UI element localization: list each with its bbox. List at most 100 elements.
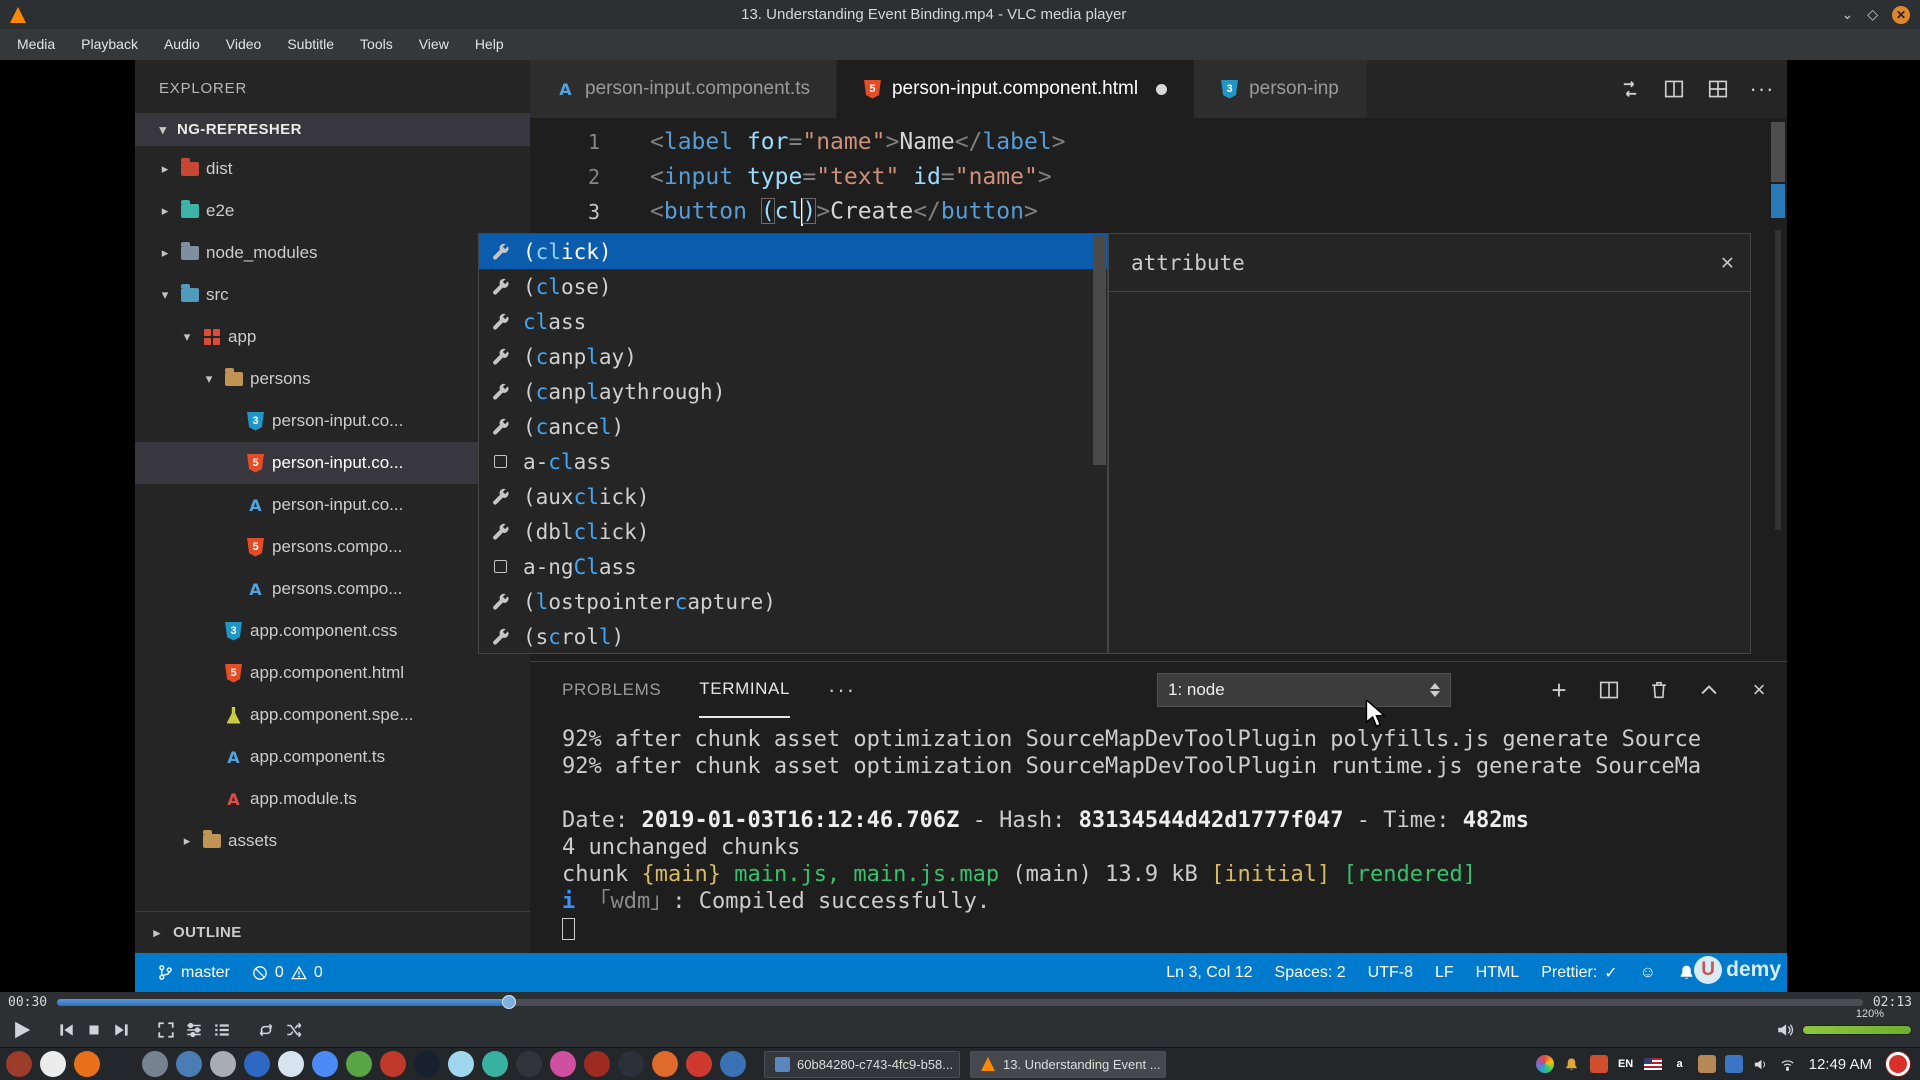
- notification-bell-icon[interactable]: [1563, 1055, 1581, 1073]
- tree-item-app-component-ts[interactable]: Aapp.component.ts: [135, 736, 530, 778]
- encoding[interactable]: UTF-8: [1357, 953, 1424, 992]
- network-icon[interactable]: [1779, 1055, 1797, 1073]
- tree-item-persons-compo-[interactable]: Apersons.compo...: [135, 568, 530, 610]
- tab-terminal[interactable]: TERMINAL: [699, 662, 790, 718]
- more-actions-icon[interactable]: ···: [828, 677, 856, 703]
- tab-person-input-component-ts[interactable]: Aperson-input.component.ts: [530, 60, 837, 118]
- close-icon[interactable]: ✕: [1892, 6, 1910, 24]
- suggestion--click-[interactable]: (click): [479, 234, 1107, 269]
- maximize-panel-icon[interactable]: [1697, 678, 1721, 702]
- suggestion--lostpointercapture-[interactable]: (lostpointercapture): [479, 584, 1107, 619]
- project-header[interactable]: ▾ NG-REFRESHER: [135, 113, 530, 146]
- terminal-output[interactable]: 92% after chunk asset optimization Sourc…: [530, 718, 1787, 947]
- tree-item-src[interactable]: ▾src: [135, 274, 530, 316]
- dictionary-icon[interactable]: [1725, 1055, 1743, 1073]
- playlist-button[interactable]: [208, 1016, 236, 1044]
- display-settings-icon[interactable]: [142, 1051, 168, 1077]
- speaker-icon[interactable]: [1776, 1021, 1794, 1039]
- snowflake-tool-icon[interactable]: [448, 1051, 474, 1077]
- next-button[interactable]: [108, 1016, 136, 1044]
- pin-app-icon[interactable]: [686, 1051, 712, 1077]
- gftp-icon[interactable]: [550, 1051, 576, 1077]
- seek-handle[interactable]: [502, 995, 516, 1009]
- suggestion--scroll-[interactable]: (scroll): [479, 619, 1107, 654]
- eol-sequence[interactable]: LF: [1424, 953, 1465, 992]
- tab-person-inp[interactable]: 3person-inp: [1194, 60, 1368, 118]
- suggestion-class[interactable]: class: [479, 304, 1107, 339]
- split-editor-icon[interactable]: [1663, 78, 1685, 100]
- outline-section[interactable]: ▸ OUTLINE: [135, 911, 530, 953]
- tree-item-person-input-co-[interactable]: 3person-input.co...: [135, 400, 530, 442]
- close-icon[interactable]: ✕: [1721, 250, 1734, 275]
- file-manager-icon[interactable]: [176, 1051, 202, 1077]
- kdenlive-icon[interactable]: [482, 1051, 508, 1077]
- tree-item-app[interactable]: ▾app: [135, 316, 530, 358]
- paint-app-icon[interactable]: [720, 1051, 746, 1077]
- clipboard-icon[interactable]: [1698, 1055, 1716, 1073]
- previous-button[interactable]: [52, 1016, 80, 1044]
- prettier-item[interactable]: Prettier: ✓: [1530, 953, 1628, 992]
- tree-item-person-input-co-[interactable]: Aperson-input.co...: [135, 484, 530, 526]
- color-wheel-icon[interactable]: [1536, 1055, 1554, 1073]
- screenshot-eye-icon[interactable]: [40, 1051, 66, 1077]
- menu-media[interactable]: Media: [4, 29, 68, 60]
- firefox-icon[interactable]: [74, 1051, 100, 1077]
- menu-view[interactable]: View: [406, 29, 462, 60]
- suggestion--canplaythrough-[interactable]: (canplaythrough): [479, 374, 1107, 409]
- maximize-icon[interactable]: ◇: [1867, 6, 1878, 23]
- menu-audio[interactable]: Audio: [151, 29, 213, 60]
- volume-icon[interactable]: [1752, 1055, 1770, 1073]
- cursor-position[interactable]: Ln 3, Col 12: [1155, 953, 1263, 992]
- suggestion--close-[interactable]: (close): [479, 269, 1107, 304]
- camera-icon[interactable]: [210, 1051, 236, 1077]
- volume-slider[interactable]: [1802, 1025, 1912, 1035]
- suggestion-a-ngclass[interactable]: a-ngClass: [479, 549, 1107, 584]
- launcher-icon[interactable]: [6, 1051, 32, 1077]
- split-terminal-icon[interactable]: [1597, 678, 1621, 702]
- tree-item-persons[interactable]: ▾persons: [135, 358, 530, 400]
- menu-help[interactable]: Help: [462, 29, 517, 60]
- help-icon[interactable]: [1886, 1052, 1910, 1076]
- stop-button[interactable]: [80, 1016, 108, 1044]
- thunderbird-icon[interactable]: [652, 1051, 678, 1077]
- tree-item-node-modules[interactable]: ▸node_modules: [135, 232, 530, 274]
- kill-terminal-icon[interactable]: [1647, 678, 1671, 702]
- menu-tools[interactable]: Tools: [347, 29, 406, 60]
- suggestion--dblclick-[interactable]: (dblclick): [479, 514, 1107, 549]
- window-button[interactable]: 60b84280-c743-4fc9-b58...: [764, 1051, 960, 1078]
- tree-item-app-component-css[interactable]: 3app.component.css: [135, 610, 530, 652]
- close-panel-icon[interactable]: ×: [1747, 678, 1771, 702]
- terminal-select[interactable]: 1: node: [1157, 673, 1451, 707]
- menu-subtitle[interactable]: Subtitle: [274, 29, 347, 60]
- window-button[interactable]: 13. Understanding Event ...: [970, 1051, 1166, 1078]
- clock[interactable]: 12:49 AM: [1809, 1056, 1872, 1073]
- menu-playback[interactable]: Playback: [68, 29, 151, 60]
- extended-settings-button[interactable]: [180, 1016, 208, 1044]
- tree-item-app-module-ts[interactable]: Aapp.module.ts: [135, 778, 530, 820]
- suggestion--cancel-[interactable]: (cancel): [479, 409, 1107, 444]
- feedback-smiley-icon[interactable]: ☺: [1629, 953, 1667, 992]
- steam-icon[interactable]: [414, 1051, 440, 1077]
- cherrytree-icon[interactable]: [380, 1051, 406, 1077]
- problems-item[interactable]: 0 0: [241, 953, 334, 992]
- tree-item-app-component-spe-[interactable]: app.component.spe...: [135, 694, 530, 736]
- minimize-icon[interactable]: ⌄: [1841, 6, 1853, 23]
- video-area[interactable]: EXPLORER ▾ NG-REFRESHER ▸dist▸e2e▸node_m…: [0, 60, 1920, 992]
- fullscreen-button[interactable]: [152, 1016, 180, 1044]
- more-actions-icon[interactable]: ···: [1751, 78, 1773, 100]
- language-mode[interactable]: HTML: [1465, 953, 1531, 992]
- tree-item-e2e[interactable]: ▸e2e: [135, 190, 530, 232]
- git-branch-item[interactable]: master: [135, 953, 241, 992]
- tree-item-person-input-co-[interactable]: 5person-input.co...: [135, 442, 530, 484]
- suggestion-a-class[interactable]: a-class: [479, 444, 1107, 479]
- ruby-app-icon[interactable]: [584, 1051, 610, 1077]
- suggestion--canplay-[interactable]: (canplay): [479, 339, 1107, 374]
- tree-item-assets[interactable]: ▸assets: [135, 820, 530, 862]
- input-method-icon[interactable]: a: [1671, 1055, 1689, 1073]
- us-flag-icon[interactable]: [1644, 1055, 1662, 1073]
- new-terminal-icon[interactable]: +: [1547, 678, 1571, 702]
- tab-person-input-component-html[interactable]: 5person-input.component.html: [837, 60, 1194, 118]
- media-player-icon[interactable]: [244, 1051, 270, 1077]
- tree-item-app-component-html[interactable]: 5app.component.html: [135, 652, 530, 694]
- random-button[interactable]: [280, 1016, 308, 1044]
